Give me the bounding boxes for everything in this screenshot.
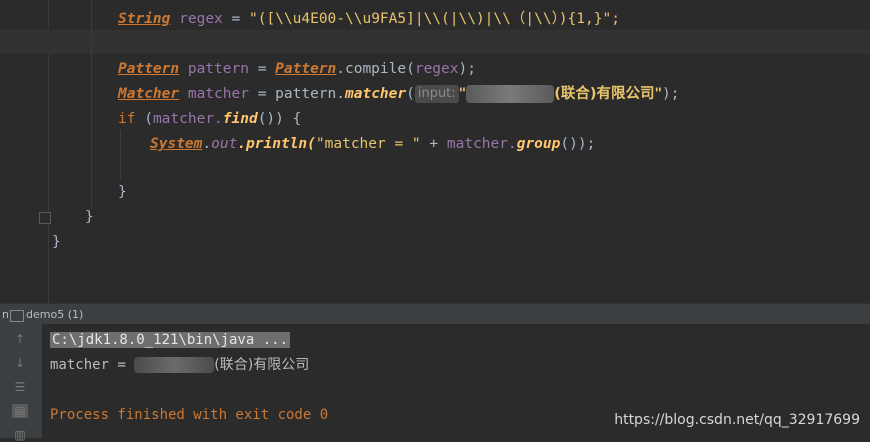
- console-output-line: matcher = (联合)有限公司: [50, 355, 309, 375]
- string-quote: ": [458, 86, 467, 102]
- code-line-regex[interactable]: String regex = "([\\u4E00-\\u9FA5]|\\(|\…: [118, 8, 620, 30]
- run-icon: n: [2, 308, 9, 321]
- type-string: String: [118, 11, 171, 27]
- run-panel-header: n demo5 (1): [0, 303, 870, 325]
- print-icon[interactable]: ▥: [12, 428, 28, 442]
- type-pattern: Pattern: [118, 61, 180, 77]
- arrow-down-icon[interactable]: ↓: [12, 356, 28, 370]
- indent-guide: [120, 130, 121, 180]
- code-editor[interactable]: String regex = "([\\u4E00-\\u9FA5]|\\(|\…: [0, 0, 870, 303]
- paren-open: (: [406, 86, 415, 102]
- output-prefix: matcher =: [50, 357, 135, 373]
- operator-plus: +: [420, 136, 447, 152]
- redacted-blur: [466, 85, 555, 103]
- process-finished-line: Process finished with exit code 0: [50, 407, 329, 423]
- brace-method-close: }: [85, 209, 94, 225]
- type-matcher: Matcher: [118, 86, 180, 102]
- code-line-pattern[interactable]: Pattern pattern = Pattern.compile(regex)…: [118, 58, 476, 80]
- dot: .: [202, 136, 212, 152]
- code-line-print[interactable]: System.out.println("matcher = " + matche…: [150, 133, 595, 155]
- run-tab-demo5[interactable]: demo5 (1): [26, 308, 83, 321]
- string-company-suffix: (联合)有限公司": [554, 86, 663, 102]
- code-line-if[interactable]: if (matcher.find()) {: [118, 108, 301, 130]
- arg-regex: regex: [414, 61, 459, 77]
- statement-end: );: [458, 61, 476, 77]
- current-line-highlight: [0, 30, 870, 54]
- statement-end: );: [662, 86, 680, 102]
- console-toolbar: ↑ ↓ ☰ ▤ ▥: [0, 324, 42, 442]
- var-matcher: matcher: [187, 86, 249, 102]
- brace-class-close: }: [52, 234, 61, 250]
- keyword-if: if: [118, 111, 136, 127]
- indent-guide: [91, 0, 92, 210]
- operator-assign: =: [257, 61, 267, 77]
- brace-if-close: }: [118, 184, 127, 200]
- fold-marker-icon[interactable]: [39, 212, 51, 224]
- console-cmd-line: C:\jdk1.8.0_121\bin\java ...: [50, 330, 291, 350]
- var-regex: regex: [179, 11, 223, 27]
- window-icon: [10, 310, 24, 322]
- csdn-watermark: https://blog.csdn.net/qq_32917699: [614, 412, 860, 428]
- string-matcher-label: "matcher = ": [315, 136, 421, 152]
- method-println: .println(: [237, 136, 316, 152]
- field-out: out: [211, 136, 238, 152]
- paren-open: (: [144, 111, 153, 127]
- string-regex-value: "([\\u4E00-\\u9FA5]|\\(|\\)|\\（|\\）){1,}…: [248, 11, 620, 27]
- code-line-matcher[interactable]: Matcher matcher = pattern.matcher(input:…: [118, 83, 680, 105]
- scroll-end-icon[interactable]: ▤: [12, 404, 28, 418]
- output-company-suffix: (联合)有限公司: [214, 357, 310, 373]
- obj-matcher: matcher.: [152, 111, 223, 127]
- statement-end: ());: [560, 136, 596, 152]
- class-system: System: [150, 136, 203, 152]
- operator-assign: =: [257, 86, 267, 102]
- arrow-up-icon[interactable]: ↑: [12, 332, 28, 346]
- obj-pattern: pattern.: [275, 86, 345, 102]
- obj-matcher: matcher.: [446, 136, 517, 152]
- soft-wrap-icon[interactable]: ☰: [12, 380, 28, 394]
- method-matcher: matcher: [345, 86, 407, 102]
- operator-assign: =: [231, 11, 241, 27]
- class-pattern: Pattern: [275, 61, 337, 77]
- java-command: C:\jdk1.8.0_121\bin\java ...: [50, 332, 291, 348]
- method-find: find: [222, 111, 258, 127]
- param-hint-input: input:: [414, 85, 459, 103]
- var-pattern: pattern: [187, 61, 249, 77]
- if-close: ()) {: [257, 111, 302, 127]
- method-group: group: [516, 136, 561, 152]
- call-compile: .compile(: [336, 61, 415, 77]
- redacted-blur: [134, 357, 215, 373]
